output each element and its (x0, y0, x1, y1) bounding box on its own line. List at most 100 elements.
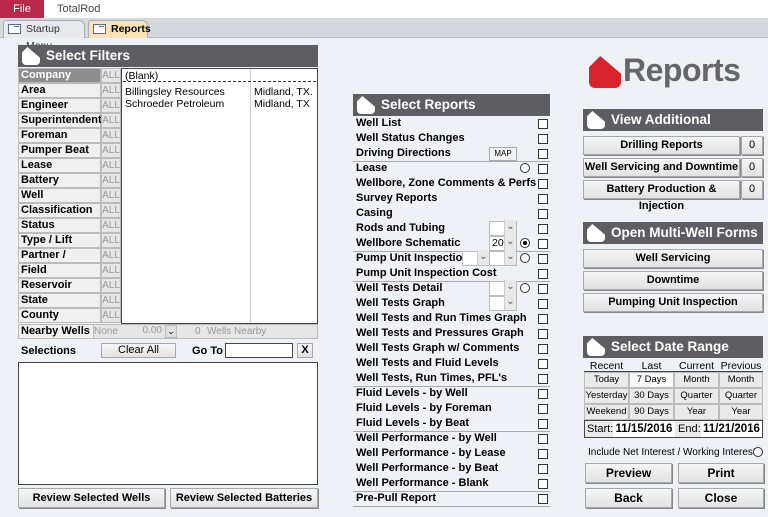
report-checkbox[interactable] (538, 134, 548, 144)
report-well-tests-and-fluid-levels[interactable]: Well Tests and Fluid Levels (353, 356, 550, 371)
filter-all-value[interactable]: ALL (101, 203, 121, 218)
report-checkbox[interactable] (538, 299, 548, 309)
report-checkbox[interactable] (538, 464, 548, 474)
additional-report-button[interactable]: Well Servicing and Downtime (583, 158, 740, 177)
review-selected-batteries-button[interactable]: Review Selected Batteries (170, 488, 318, 508)
report-checkbox[interactable] (538, 239, 548, 249)
report-checkbox[interactable] (538, 209, 548, 219)
filter-all-value[interactable]: ALL (101, 158, 121, 173)
report-pre-pull-report[interactable]: Pre-Pull Report (353, 491, 550, 506)
report-wellbore-schematic[interactable]: Wellbore Schematic 20 (353, 235, 550, 251)
report-well-tests-graph[interactable]: Well Tests Graph (353, 295, 550, 311)
filter-all-value[interactable]: ALL (101, 98, 121, 113)
report-lease[interactable]: Lease (353, 161, 550, 176)
report-well-status-changes[interactable]: Well Status Changes (353, 131, 550, 146)
report-radio[interactable] (520, 163, 530, 173)
report-checkbox[interactable] (538, 494, 548, 504)
filter-all-value[interactable]: ALL (101, 68, 121, 83)
filter-lease[interactable]: Lease (18, 158, 101, 173)
date-preset-button[interactable]: 90 Days (629, 404, 674, 420)
date-preset-button[interactable]: Quarter (719, 388, 763, 404)
report-checkbox[interactable] (538, 404, 548, 414)
report-well-tests-and-pressures-graph[interactable]: Well Tests and Pressures Graph (353, 326, 550, 341)
preview-button[interactable]: Preview (585, 463, 672, 483)
date-preset-button[interactable]: Yesterday (584, 388, 629, 404)
filter-state[interactable]: State (18, 293, 101, 308)
date-preset-button[interactable]: Year (674, 404, 719, 420)
report-checkbox[interactable] (538, 164, 548, 174)
list-item-name[interactable]: Billingsley Resources (125, 86, 225, 98)
filter-value-list[interactable]: (Blank) Billingsley Resources Midland, TX.… (121, 68, 318, 324)
report-checkbox[interactable] (538, 449, 548, 459)
close-button[interactable]: Close (678, 488, 764, 508)
start-date-input[interactable]: 11/15/2016 (613, 421, 675, 437)
date-preset-button[interactable]: Today (584, 372, 629, 388)
report-driving-directions[interactable]: Driving Directions MAP (353, 146, 550, 161)
report-radio[interactable] (520, 238, 530, 248)
nearby-wells-value[interactable]: None (94, 326, 118, 337)
report-checkbox[interactable] (538, 254, 548, 264)
date-preset-button[interactable]: 30 Days (629, 388, 674, 404)
report-checkbox[interactable] (538, 344, 548, 354)
report-well-tests-run-times-pfl-s[interactable]: Well Tests, Run Times, PFL's (353, 371, 550, 386)
chevron-down-icon[interactable]: ⌄ (165, 325, 177, 338)
report-checkbox[interactable] (538, 314, 548, 324)
report-well-performance-by-beat[interactable]: Well Performance - by Beat (353, 461, 550, 476)
filter-well[interactable]: Well (18, 188, 101, 203)
filter-area[interactable]: Area (18, 83, 101, 98)
filter-all-value[interactable]: ALL (101, 233, 121, 248)
date-preset-button[interactable]: Month (674, 372, 719, 388)
filter-all-value[interactable]: ALL (101, 218, 121, 233)
map-button[interactable]: MAP (489, 147, 517, 161)
report-dropdown[interactable] (489, 280, 517, 296)
report-dropdown[interactable] (489, 220, 517, 236)
additional-report-button[interactable]: Drilling Reports (583, 136, 740, 155)
report-rods-and-tubing[interactable]: Rods and Tubing (353, 220, 550, 236)
report-checkbox[interactable] (538, 119, 548, 129)
filter-engineer[interactable]: Engineer (18, 98, 101, 113)
date-preset-button[interactable]: Weekend (584, 404, 629, 420)
report-checkbox[interactable] (538, 374, 548, 384)
filter-all-value[interactable]: ALL (101, 173, 121, 188)
multi-well-form-button[interactable]: Downtime (583, 271, 763, 290)
filter-foreman[interactable]: Foreman (18, 128, 101, 143)
filter-all-value[interactable]: ALL (101, 188, 121, 203)
filter-all-value[interactable]: ALL (101, 263, 121, 278)
report-well-tests-detail[interactable]: Well Tests Detail (353, 280, 550, 296)
filter-company[interactable]: Company (18, 68, 101, 83)
filter-all-value[interactable]: ALL (101, 128, 121, 143)
report-pump-unit-inspection[interactable]: Pump Unit Inspection (353, 250, 550, 266)
report-fluid-levels-by-foreman[interactable]: Fluid Levels - by Foreman (353, 401, 550, 416)
report-dropdown[interactable] (489, 295, 517, 311)
report-checkbox[interactable] (538, 149, 548, 159)
report-radio[interactable] (520, 253, 530, 263)
end-date-input[interactable]: 11/21/2016 (701, 421, 762, 437)
filter-superintendent[interactable]: Superintendent (18, 113, 102, 128)
additional-report-button[interactable]: Battery Production & Injection (583, 180, 740, 212)
file-menu[interactable]: File (0, 0, 44, 18)
report-dropdown[interactable] (489, 250, 517, 266)
filter-field[interactable]: Field (18, 263, 101, 278)
date-preset-button[interactable]: Month (719, 372, 763, 388)
filter-type-lift[interactable]: Type / Lift (18, 233, 101, 248)
report-checkbox[interactable] (538, 479, 548, 489)
report-checkbox[interactable] (538, 434, 548, 444)
filter-partner-group[interactable]: Partner / Group (18, 248, 101, 274)
filter-all-value[interactable]: ALL (101, 293, 121, 308)
report-checkbox[interactable] (538, 224, 548, 234)
report-fluid-levels-by-well[interactable]: Fluid Levels - by Well (353, 386, 550, 401)
report-well-performance-by-lease[interactable]: Well Performance - by Lease (353, 446, 550, 461)
goto-input[interactable] (225, 343, 293, 358)
report-dropdown[interactable] (462, 250, 490, 266)
filter-all-value[interactable]: ALL (101, 113, 121, 128)
report-radio[interactable] (520, 283, 530, 293)
report-checkbox[interactable] (538, 179, 548, 189)
multi-well-form-button[interactable]: Well Servicing (583, 249, 763, 268)
filter-all-value[interactable]: ALL (101, 308, 121, 323)
back-button[interactable]: Back (585, 488, 672, 508)
goto-clear-button[interactable]: X (297, 343, 313, 358)
date-preset-button[interactable]: 7 Days (629, 372, 674, 388)
report-checkbox[interactable] (538, 284, 548, 294)
report-fluid-levels-by-beat[interactable]: Fluid Levels - by Beat (353, 416, 550, 431)
date-preset-button[interactable]: Quarter (674, 388, 719, 404)
